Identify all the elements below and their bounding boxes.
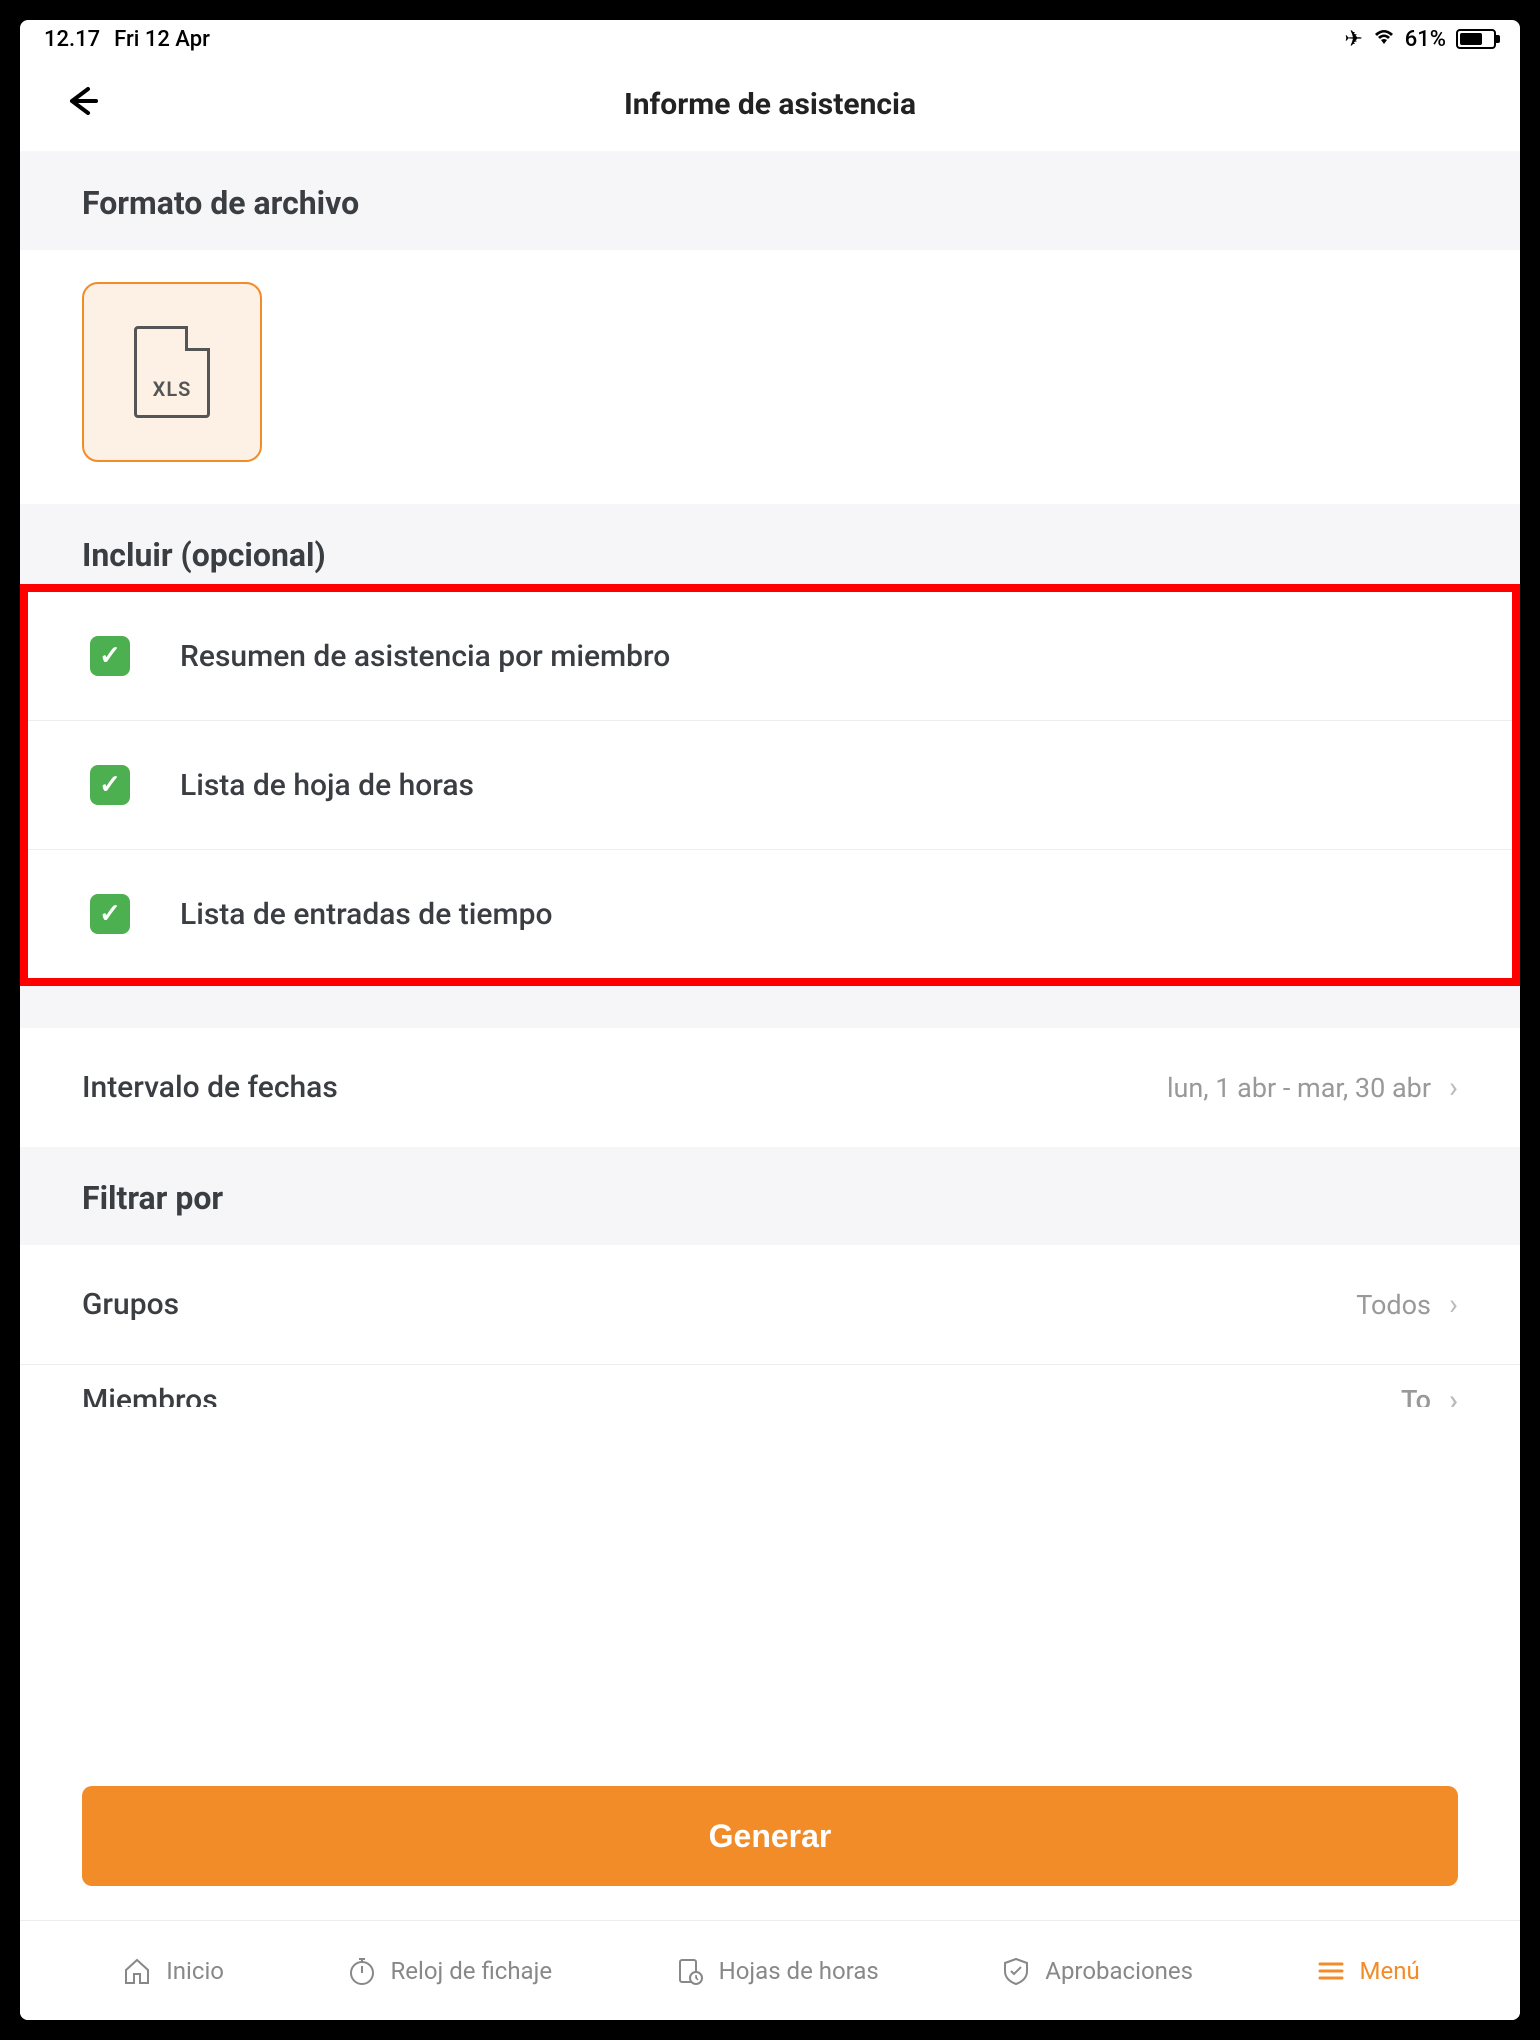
section-filter-by: Filtrar por [20, 1147, 1520, 1245]
battery-percent: 61% [1405, 27, 1446, 52]
xls-label: XLS [153, 377, 192, 401]
tab-bar: Inicio Reloj de fichaje Hojas de horas A… [20, 1920, 1520, 2020]
tab-home[interactable]: Inicio [120, 1954, 224, 1988]
chevron-right-icon: › [1449, 1287, 1458, 1322]
battery-icon [1456, 29, 1496, 49]
tab-approvals-label: Aprobaciones [1045, 1957, 1193, 1985]
filter-groups-row[interactable]: Grupos Todos › [20, 1245, 1520, 1365]
tab-timesheets[interactable]: Hojas de horas [673, 1954, 879, 1988]
page-title: Informe de asistencia [20, 87, 1520, 122]
tab-timesheets-label: Hojas de horas [719, 1957, 879, 1985]
nav-bar: Informe de asistencia [20, 58, 1520, 152]
file-format-area: XLS [20, 250, 1520, 504]
tab-menu[interactable]: Menú [1314, 1954, 1420, 1988]
checkbox-checked-icon[interactable]: ✓ [90, 894, 130, 934]
xls-file-icon: XLS [134, 326, 210, 418]
tab-menu-label: Menú [1360, 1957, 1420, 1985]
generate-button[interactable]: Generar [82, 1786, 1458, 1886]
spacer [20, 986, 1520, 1028]
home-icon [120, 1954, 154, 1988]
date-range-row[interactable]: Intervalo de fechas lun, 1 abr - mar, 30… [20, 1028, 1520, 1147]
tab-clock[interactable]: Reloj de fichaje [345, 1954, 553, 1988]
include-options-highlight: ✓ Resumen de asistencia por miembro ✓ Li… [20, 584, 1520, 986]
include-option-label: Lista de hoja de horas [180, 768, 474, 803]
stopwatch-icon [345, 1954, 379, 1988]
status-date: Fri 12 Apr [114, 27, 210, 52]
airplane-icon: ✈ [1344, 27, 1362, 52]
checkbox-checked-icon[interactable]: ✓ [90, 765, 130, 805]
status-bar: 12.17 Fri 12 Apr ✈ 61% [20, 20, 1520, 58]
include-option-summary[interactable]: ✓ Resumen de asistencia por miembro [28, 592, 1512, 721]
shield-check-icon [999, 1954, 1033, 1988]
wifi-icon [1373, 27, 1395, 52]
chevron-right-icon: › [1449, 1383, 1458, 1408]
include-option-time-entries[interactable]: ✓ Lista de entradas de tiempo [28, 850, 1512, 978]
menu-icon [1314, 1954, 1348, 1988]
filter-members-row[interactable]: Miembros To › [20, 1365, 1520, 1407]
include-option-label: Lista de entradas de tiempo [180, 897, 552, 932]
filter-members-label: Miembros [82, 1383, 218, 1408]
tab-approvals[interactable]: Aprobaciones [999, 1954, 1193, 1988]
filter-members-value: To [1401, 1384, 1431, 1407]
date-range-label: Intervalo de fechas [82, 1070, 338, 1105]
checkbox-checked-icon[interactable]: ✓ [90, 636, 130, 676]
include-option-timesheet-list[interactable]: ✓ Lista de hoja de horas [28, 721, 1512, 850]
date-range-value: lun, 1 abr - mar, 30 abr [1167, 1072, 1431, 1104]
chevron-right-icon: › [1449, 1070, 1458, 1105]
back-button[interactable] [60, 81, 100, 128]
filter-groups-label: Grupos [82, 1287, 179, 1322]
tab-home-label: Inicio [166, 1957, 224, 1985]
section-file-format: Formato de archivo [20, 152, 1520, 250]
xls-option[interactable]: XLS [82, 282, 262, 462]
include-option-label: Resumen de asistencia por miembro [180, 639, 670, 674]
tab-clock-label: Reloj de fichaje [391, 1957, 553, 1985]
status-time: 12.17 [44, 27, 100, 52]
generate-section: Generar [20, 1766, 1520, 1920]
timesheet-icon [673, 1954, 707, 1988]
section-include: Incluir (opcional) [20, 504, 1520, 584]
filter-groups-value: Todos [1356, 1289, 1431, 1321]
